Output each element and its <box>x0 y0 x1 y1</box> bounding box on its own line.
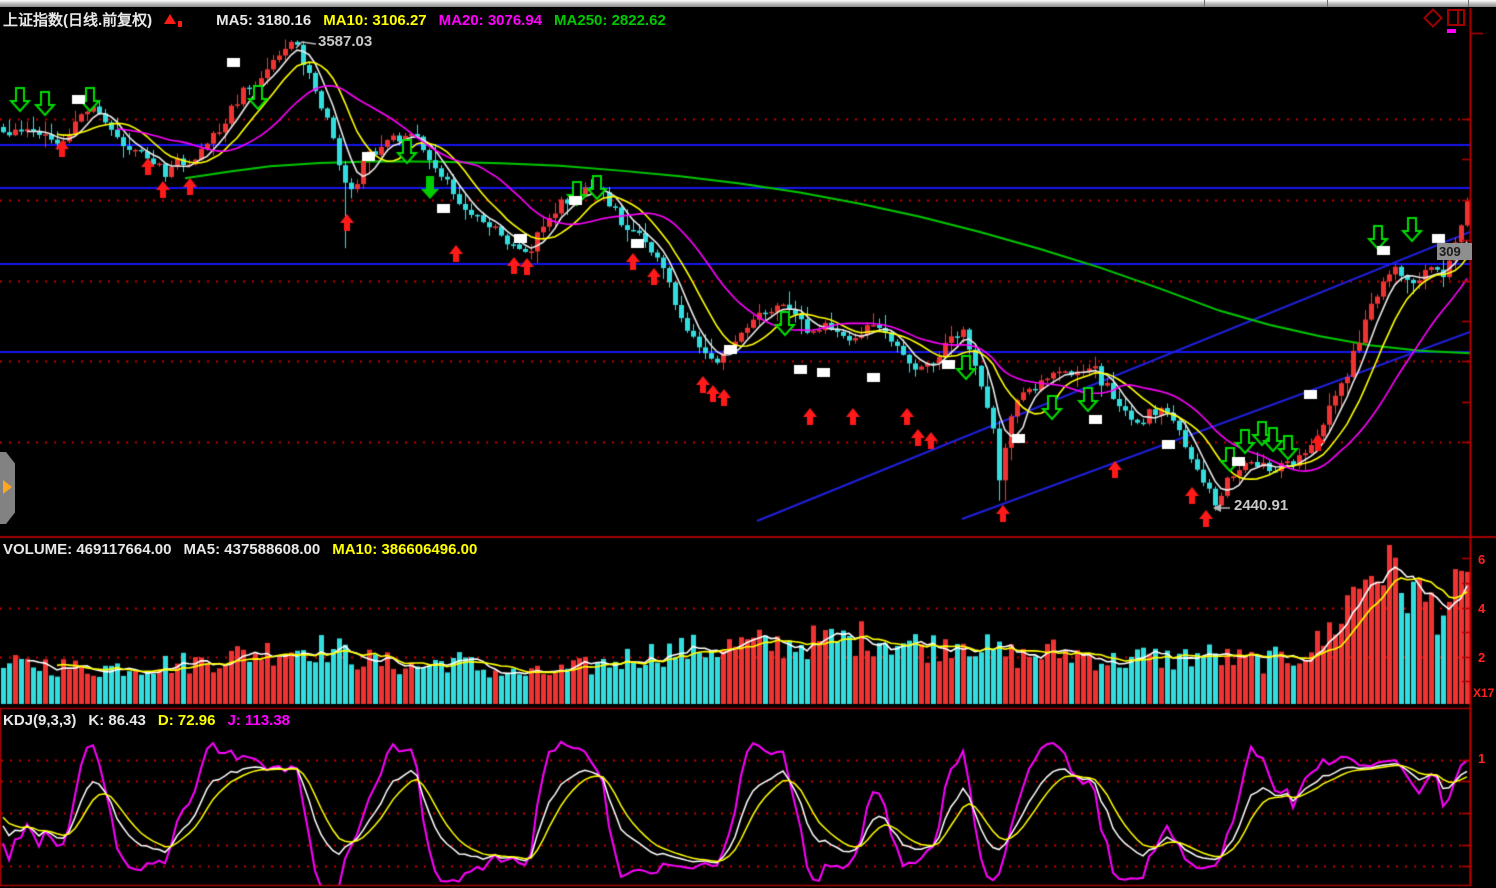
volume-header: VOLUME: 469117664.00 MA5: 437588608.00 MA1… <box>3 541 489 558</box>
trading-app-window: 上证指数(日线.前复权) MA5: 3180.16 MA10: 3106.27 MA2… <box>0 0 1496 888</box>
expand-arrow-icon <box>3 480 12 494</box>
ma250-value: MA250: 2822.62 <box>554 12 666 29</box>
volume-axis-label-2: 2 <box>1478 650 1485 665</box>
kdj-k-value: K: 86.43 <box>88 712 146 729</box>
volume-ma5-value: MA5: 437588608.00 <box>183 541 320 558</box>
kdj-name: KDJ(9,3,3) <box>3 712 76 729</box>
volume-axis-label-6: 6 <box>1478 552 1485 567</box>
ma5-value: MA5: 3180.16 <box>216 12 311 29</box>
up-arrow-icon <box>164 12 204 29</box>
indicator-dash-icon <box>1447 29 1456 33</box>
kdj-d-value: D: 72.96 <box>158 712 216 729</box>
volume-ma10-value: MA10: 386606496.00 <box>332 541 477 558</box>
ma20-value: MA20: 3076.94 <box>439 12 542 29</box>
kdj-j-value: J: 113.38 <box>227 712 290 729</box>
last-price-tag: 309 <box>1437 243 1472 260</box>
low-price-annotation: 2440.91 <box>1234 497 1288 514</box>
strip-notch <box>1327 0 1328 7</box>
peak-price-annotation: 3587.03 <box>318 33 372 50</box>
volume-value: VOLUME: 469117664.00 <box>3 541 171 558</box>
index-title: 上证指数(日线.前复权) <box>3 12 152 29</box>
strip-notch <box>1204 0 1205 7</box>
window-top-border <box>0 0 1496 7</box>
kdj-header: KDJ(9,3,3) K: 86.43 D: 72.96 J: 113.38 <box>3 712 302 729</box>
ma10-value: MA10: 3106.27 <box>323 12 426 29</box>
split-window-icon[interactable] <box>1447 9 1465 26</box>
volume-axis-label-4: 4 <box>1478 601 1485 616</box>
chart-canvas[interactable] <box>0 0 1496 888</box>
panel-expand-handle[interactable] <box>0 452 15 524</box>
volume-unit-label: X17 <box>1473 686 1494 700</box>
kdj-axis-label-100: 1 <box>1478 751 1485 766</box>
strip-notch <box>1468 0 1469 7</box>
main-header: 上证指数(日线.前复权) MA5: 3180.16 MA10: 3106.27 MA2… <box>3 9 678 30</box>
